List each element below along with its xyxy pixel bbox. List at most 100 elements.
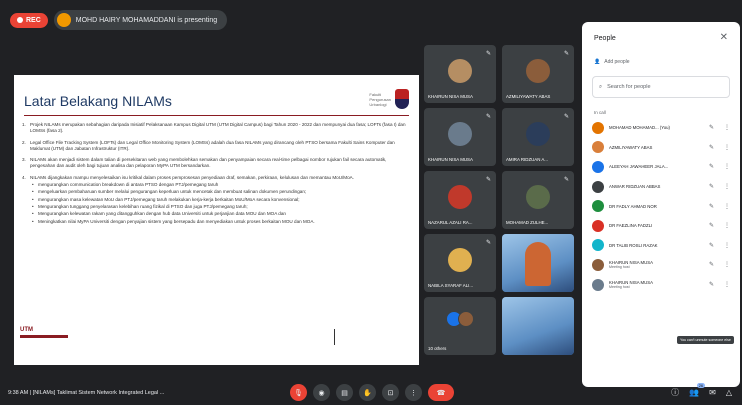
participant-tile[interactable]: ✎ AMIRA RIDZUAN A... <box>502 108 574 166</box>
more-options-icon[interactable]: ⋮ <box>724 124 730 131</box>
slide-logo-text: Fakulti Pengurusan Urbanlogi <box>369 91 391 107</box>
participant-name: AZMILIYAWATY ABAS <box>506 94 551 99</box>
self-video-tile[interactable] <box>502 297 574 355</box>
presenter-text: MOHD HAIRY MOHAMADDANI is presenting <box>75 16 218 24</box>
slide-paragraph: 2. Legal Office File Tracking System (LOF… <box>22 139 395 151</box>
participant-name: KHAIRUN NISA MUSA <box>428 94 473 99</box>
person-row[interactable]: KHAIRUN NISA MUSA Meeting host ✎ ⋮ <box>588 255 738 275</box>
slide-bullet-list: mengurangkan communication breakdown di … <box>22 182 411 225</box>
person-row[interactable]: DR FADLY AHMAD NOR ✎ ⋮ <box>588 196 738 216</box>
recording-label: REC <box>26 16 41 24</box>
footer-logo-bar <box>20 335 68 338</box>
close-icon[interactable]: ✕ <box>720 32 728 43</box>
record-dot-icon <box>17 17 23 23</box>
present-button[interactable]: ⊡ <box>382 384 399 401</box>
participant-name: KHAIRUN NISA MUSA <box>428 157 473 162</box>
more-options-button[interactable]: ⋮ <box>405 384 422 401</box>
call-controls: 🎙 ◉ ▤ ✋ ⊡ ⋮ ☎ <box>290 384 454 401</box>
mic-off-icon: ✎ <box>485 177 491 183</box>
participant-tile[interactable]: ✎ KHAIRUN NISA MUSA <box>424 45 496 103</box>
more-options-icon[interactable]: ⋮ <box>724 144 730 151</box>
more-options-icon[interactable]: ⋮ <box>724 183 730 190</box>
participant-tile[interactable]: ✎ NAZARUL AZALI RA... <box>424 171 496 229</box>
participant-tile[interactable]: ✎ NABILA SYARAF ALI... <box>424 234 496 292</box>
person-avatar <box>592 141 604 154</box>
slide-bullet: Meningkatkan nilai MyPA Universiti denga… <box>32 219 411 226</box>
activities-icon[interactable]: △ <box>726 388 732 397</box>
people-button[interactable]: 👥 26 <box>689 383 706 397</box>
slide-paragraph: 1. Projek NILAMs merupakan sebahagian dar… <box>22 122 406 134</box>
person-row[interactable]: ANWAR RIDZUAN ABBAS ✎ ⋮ <box>588 177 738 197</box>
people-count-badge: 26 <box>696 383 706 388</box>
people-search-input[interactable]: ⌕ Search for people <box>592 76 730 98</box>
mic-off-icon[interactable]: ✎ <box>709 222 714 229</box>
text-cursor <box>334 329 335 345</box>
side-controls: ⓘ 👥 26 ✉ △ <box>671 383 732 398</box>
self-video-feed <box>502 297 574 355</box>
utm-crest-icon <box>395 89 409 109</box>
participant-name: NABILA SYARAF ALI... <box>428 283 474 288</box>
others-tile[interactable]: 10 others <box>424 297 496 355</box>
slide-paragraph: 3. NILAMs akan menjadi sistem dalam talia… <box>22 157 387 169</box>
slide-body: 1. Projek NILAMs merupakan sebahagian dar… <box>22 122 411 226</box>
camera-toggle-button[interactable]: ◉ <box>313 384 330 401</box>
mute-tooltip: You can't unmute someone else <box>677 336 734 344</box>
person-avatar <box>592 160 604 173</box>
participant-name: AMIRA RIDZUAN A... <box>506 157 548 162</box>
more-options-icon[interactable]: ⋮ <box>724 242 730 249</box>
person-name: KHAIRUN NISA MUSA Meeting host <box>609 259 653 269</box>
more-options-icon[interactable]: ⋮ <box>724 261 730 268</box>
more-options-icon[interactable]: ⋮ <box>724 203 730 210</box>
person-row[interactable]: AZMILIYAWATY ABAS ✎ ⋮ <box>588 138 738 158</box>
others-avatars <box>446 311 474 327</box>
participant-name: NAZARUL AZALI RA... <box>428 220 473 225</box>
more-options-icon[interactable]: ⋮ <box>724 281 730 288</box>
raise-hand-button[interactable]: ✋ <box>359 384 376 401</box>
person-row[interactable]: ALEEYAH JAWAHEER JALA... ✎ ⋮ <box>588 157 738 177</box>
more-options-icon[interactable]: ⋮ <box>724 163 730 170</box>
person-avatar <box>592 200 604 213</box>
mic-icon[interactable]: ✎ <box>709 124 714 131</box>
mic-off-icon[interactable]: ✎ <box>709 203 714 210</box>
add-people-button[interactable]: 👤 Add people <box>594 59 630 65</box>
participant-tile[interactable]: ✎ KHAIRUN NISA MUSA <box>424 108 496 166</box>
mic-off-icon[interactable]: ✎ <box>709 144 714 151</box>
mic-off-icon[interactable]: ✎ <box>709 183 714 190</box>
person-avatar <box>592 258 604 271</box>
captions-button[interactable]: ▤ <box>336 384 353 401</box>
presenting-banner[interactable]: MOHD HAIRY MOHAMADDANI is presenting <box>53 10 228 30</box>
add-person-icon: 👤 <box>594 59 601 65</box>
person-row[interactable]: DR TALIB ROSLI RAZAK ✎ ⋮ <box>588 236 738 256</box>
leave-call-button[interactable]: ☎ <box>428 384 454 401</box>
slide-footer-logo: UTM <box>20 327 68 343</box>
participant-video-tile[interactable] <box>502 234 574 292</box>
more-options-icon[interactable]: ⋮ <box>724 222 730 229</box>
participant-tile[interactable]: ✎ MOHAMAD ZULHE... <box>502 171 574 229</box>
slide-bullet: Mengurangkan kelewatan rakam yang ditang… <box>32 211 411 218</box>
info-icon[interactable]: ⓘ <box>671 387 679 398</box>
in-call-section-label: In call <box>594 110 606 115</box>
search-icon: ⌕ <box>599 83 603 90</box>
bottom-bar: 9:38 AM | [NILAMs] Taklimat Sistem Netwo… <box>0 380 742 405</box>
mic-toggle-button[interactable]: 🎙 <box>290 384 307 401</box>
mic-off-icon: ✎ <box>563 114 569 120</box>
presenter-avatar <box>56 13 71 27</box>
person-row[interactable]: MOHAMAD MOHAMAD... (You) ✎ ⋮ <box>588 118 738 138</box>
others-count: 10 others <box>428 346 447 351</box>
participant-avatar <box>448 122 472 146</box>
mic-off-icon[interactable]: ✎ <box>709 242 714 249</box>
chat-icon[interactable]: ✉ <box>709 388 716 397</box>
mic-off-icon[interactable]: ✎ <box>709 261 714 268</box>
person-avatar <box>592 239 604 252</box>
person-row[interactable]: DR FAEZLINA FADZLI ✎ ⋮ <box>588 216 738 236</box>
participant-avatar <box>526 59 550 83</box>
mic-off-icon: ✎ <box>485 114 491 120</box>
participant-tile[interactable]: ✎ AZMILIYAWATY ABAS <box>502 45 574 103</box>
mic-off-icon[interactable]: ✎ <box>709 163 714 170</box>
mic-off-icon: ✎ <box>563 51 569 57</box>
person-name: KHAIRUN NISA MUSA Meeting host <box>609 279 653 289</box>
person-name: DR FAEZLINA FADZLI <box>609 223 653 229</box>
mic-off-icon[interactable]: ✎ <box>709 281 714 288</box>
search-placeholder: Search for people <box>607 84 651 90</box>
person-row[interactable]: KHAIRUN NISA MUSA Meeting host ✎ ⋮ <box>588 275 738 295</box>
